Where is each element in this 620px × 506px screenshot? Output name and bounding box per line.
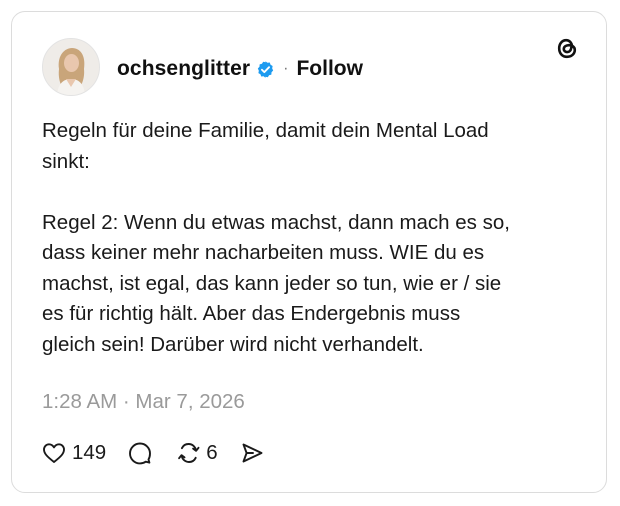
follow-button[interactable]: Follow [296,57,363,81]
reply-bubble-icon [129,442,152,465]
repost-count: 6 [206,441,218,464]
action-bar: 149 6 [42,438,264,468]
repost-icon [178,443,200,463]
verified-badge-icon [257,60,274,78]
heart-icon [43,443,65,463]
repost-button[interactable]: 6 [176,441,218,465]
send-icon [242,443,263,463]
avatar-photo [43,39,99,95]
post-header: ochsenglitter · Follow [117,56,363,82]
username[interactable]: ochsenglitter [117,57,250,81]
avatar[interactable] [42,38,100,96]
reply-button[interactable] [128,441,152,465]
threads-logo-icon[interactable] [554,34,580,62]
like-button[interactable]: 149 [42,441,106,465]
share-button[interactable] [240,442,264,464]
post-text: Regeln für deine Familie, damit dein Men… [42,119,510,356]
post-card: ochsenglitter · Follow Regeln für deine … [11,11,607,493]
like-count: 149 [72,441,107,464]
separator-dot: · [283,60,289,77]
post-timestamp[interactable]: 1:28 AM · Mar 7, 2026 [42,390,245,414]
